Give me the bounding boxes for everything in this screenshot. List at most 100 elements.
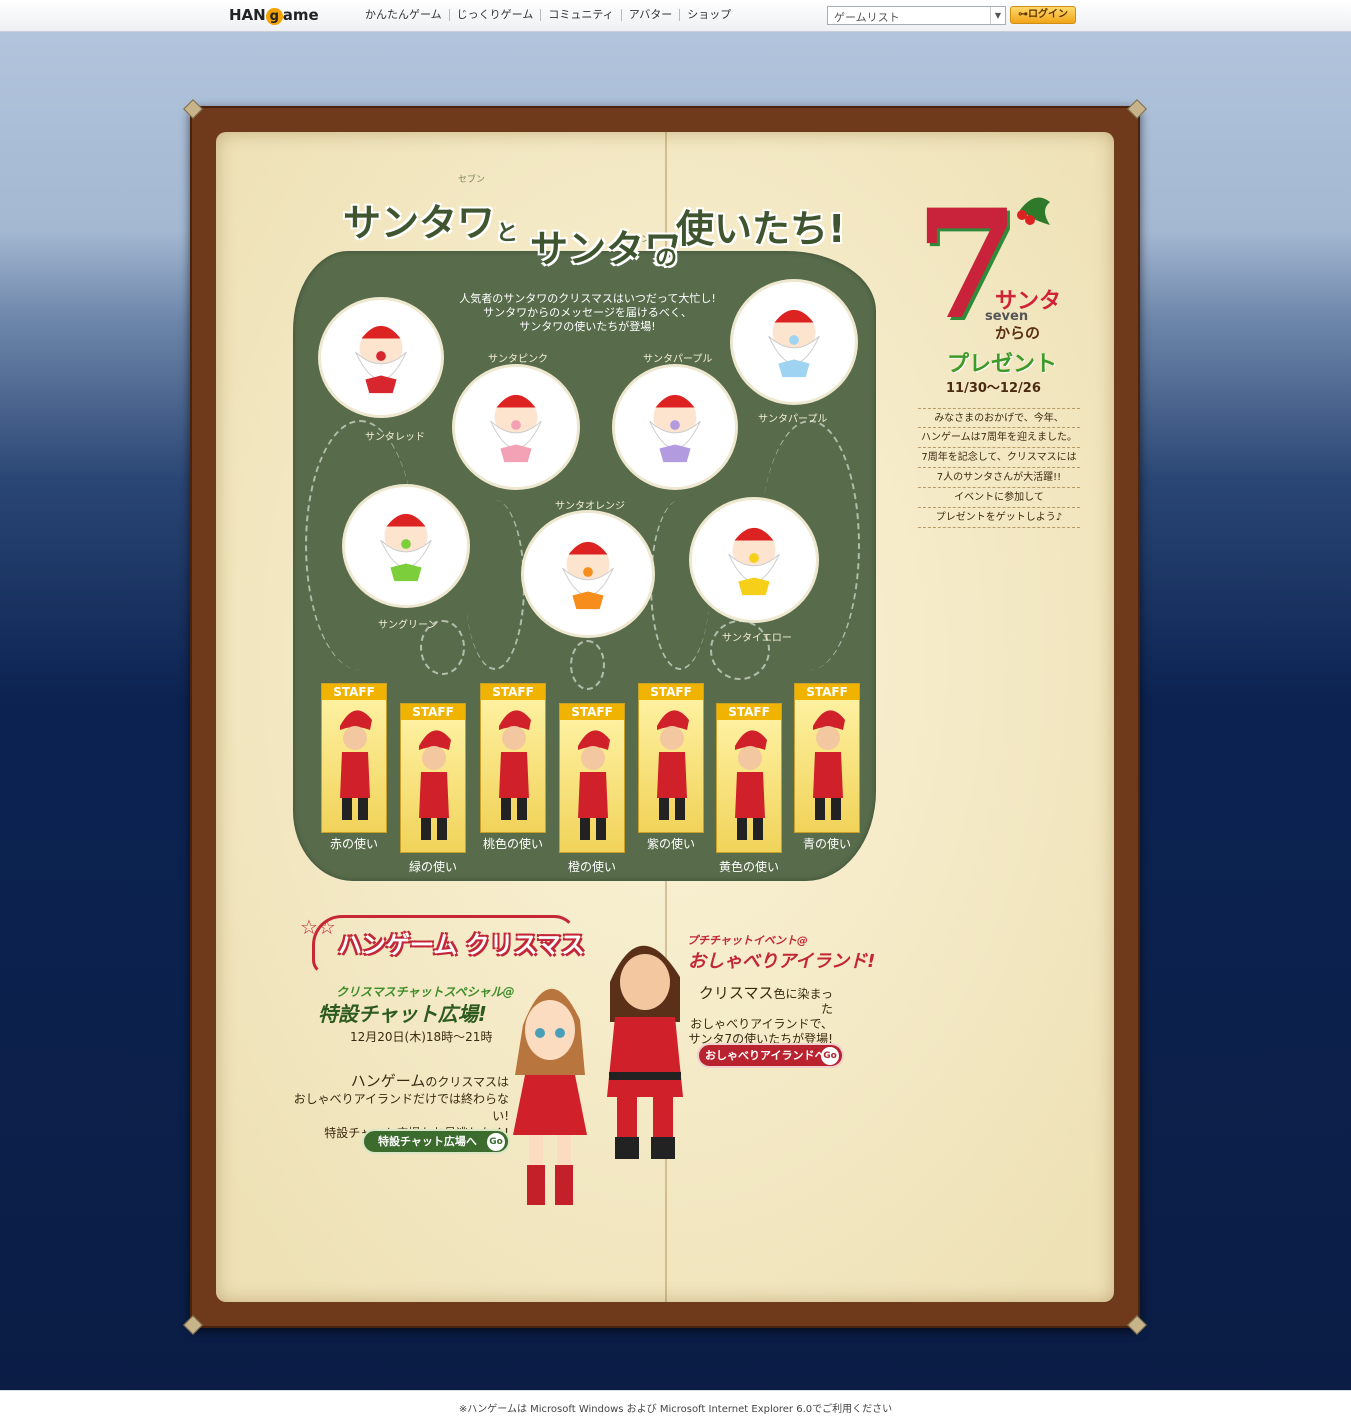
logo-text: ame [282, 6, 319, 24]
side-message: みなさまのおかげで、今年、 ハンゲームは7周年を迎えました。 7周年を記念して、… [918, 408, 1080, 528]
event-date: 11/30〜12/26 [946, 381, 1041, 396]
santa-nose [511, 420, 521, 430]
messenger-avatar [813, 710, 845, 820]
santa-name: サンタレッド [365, 432, 425, 443]
corner-ornament [1127, 99, 1147, 119]
special-chat-label: 特設チャット広場へ [378, 1135, 477, 1148]
chat-date: 12月20日(木)18時〜21時 [350, 1030, 493, 1044]
corner-ornament [183, 99, 203, 119]
nav-item-avatar[interactable]: アバター [620, 9, 680, 21]
messenger-avatar [499, 710, 531, 820]
island-text: 色に染まった [773, 987, 833, 1016]
nav-item-community[interactable]: コミュニティ [540, 9, 620, 21]
footer: ※ハンゲームは Microsoft Windows および Microsoft … [0, 1390, 1351, 1421]
girl-avatar [513, 988, 587, 1205]
messenger-label: 赤の使い [329, 837, 378, 851]
santa-nose [583, 567, 593, 577]
messenger-label: 緑の使い [408, 860, 457, 874]
message-line: ハンゲームは7周年を迎えました。 [918, 428, 1080, 448]
staff-card: STAFF [559, 703, 625, 853]
intro-line: 人気者のサンタワのクリスマスはいつだって大忙し! [459, 292, 716, 305]
santa-name: サンタオレンジ [555, 501, 625, 512]
go-icon: Go [821, 1047, 839, 1065]
go-icon: Go [487, 1133, 505, 1151]
messenger-label: 桃色の使い [482, 837, 543, 851]
message-line: プレゼントをゲットしよう♪ [918, 508, 1080, 528]
island-subtitle: プチチャットイベント@ [687, 934, 808, 947]
santa-bow [659, 444, 691, 463]
island-description: クリスマス色に染まった おしゃべりアイランドで、 サンタ7の使いたちが登場! [688, 986, 833, 1047]
santa-bow [365, 375, 397, 393]
messenger-label: 青の使い [802, 837, 851, 851]
messenger-avatar [578, 730, 610, 840]
santa-red-portrait [321, 300, 441, 415]
staff-card: STAFF [321, 683, 387, 833]
santa-name: サンタパープル [643, 354, 713, 365]
messenger-avatar [340, 710, 372, 820]
page-title-part: 使いたち! [676, 207, 846, 251]
staff-card: STAFF [480, 683, 546, 833]
page-title-part: と [496, 221, 519, 246]
main-nav: かんたんゲーム じっくりゲーム コミュニティ アバター ショップ [365, 9, 738, 21]
xmas-text-line: ハンゲームのクリスマスは [292, 1073, 509, 1091]
nav-item-easy-games[interactable]: かんたんゲーム [365, 9, 449, 21]
santa-nose [401, 539, 411, 549]
santa-pink-portrait [455, 367, 577, 487]
island-text-line: おしゃべりアイランドで、 [690, 1017, 833, 1031]
message-line: 7人のサンタさんが大活躍!! [918, 468, 1080, 488]
santa-name: サンタパープル [758, 414, 828, 425]
staff-card: STAFF [794, 683, 860, 833]
xmas-title: ハンゲーム クリスマス [338, 931, 585, 959]
santa-nose [670, 420, 680, 430]
key-icon: ⊶ [1018, 9, 1028, 20]
xmas-text-emph: ハンゲーム [350, 1072, 426, 1090]
logo-text: HAN [229, 6, 266, 24]
nav-item-deep-games[interactable]: じっくりゲーム [448, 9, 541, 21]
login-button[interactable]: ⊶ログイン [1010, 6, 1076, 24]
message-line: 7周年を記念して、クリスマスには [918, 448, 1080, 468]
santa-yellow-portrait [692, 500, 816, 620]
top-bar: HAN g ame かんたんゲーム じっくりゲーム コミュニティ アバター ショップ… [0, 0, 1351, 32]
island-text-emph: クリスマス [698, 984, 774, 1002]
side-kara-text: からの [995, 324, 1041, 342]
game-list-select[interactable]: ゲームリスト ▼ [827, 6, 1006, 25]
messenger-avatar [419, 730, 451, 840]
page-title-part: サンタワ [343, 201, 496, 245]
messenger-avatar [735, 730, 767, 840]
santa-orange-portrait [524, 513, 652, 635]
santa-bow [778, 359, 810, 378]
dashed-path [570, 640, 605, 690]
staff-card: STAFF [638, 683, 704, 833]
page-title-part: の [655, 246, 678, 271]
santa-nose [749, 553, 759, 563]
island-text-line: クリスマス色に染まった [688, 986, 833, 1017]
messenger-label: 黄色の使い [718, 860, 779, 874]
staff-card: STAFF [716, 703, 782, 853]
santa-bow [390, 563, 422, 582]
nav-item-shop[interactable]: ショップ [679, 9, 738, 21]
messenger-label: 紫の使い [646, 837, 695, 851]
santa-bow [500, 444, 532, 463]
special-chat-button[interactable]: 特設チャット広場へ Go [362, 1129, 510, 1154]
boy-avatar [607, 945, 683, 1159]
dashed-path [465, 500, 525, 670]
santa-purple-portrait [615, 367, 735, 487]
santa-name: サンタイエロー [722, 633, 792, 644]
side-present-text: プレゼント [947, 352, 1058, 377]
game-list-value: ゲームリスト [834, 11, 900, 24]
xmas-text: のクリスマスは [425, 1075, 509, 1089]
hangame-logo[interactable]: HAN g ame [229, 6, 319, 25]
chat-island-button[interactable]: おしゃべりアイランドへ Go [697, 1043, 844, 1068]
chevron-down-icon: ▼ [990, 7, 1005, 24]
xmas-text-line: おしゃべりアイランドだけでは終わらない! [293, 1092, 509, 1123]
intro-text: 人気者のサンタワのクリスマスはいつだって大忙し! サンタワからのメッセージを届け… [450, 292, 725, 334]
intro-line: サンタワからのメッセージを届けるべく、 [483, 306, 692, 319]
island-title: おしゃべりアイランド! [688, 951, 876, 972]
staff-card: STAFF [400, 703, 466, 853]
message-line: イベントに参加して [918, 488, 1080, 508]
messenger-label: 橙の使い [567, 860, 616, 874]
chat-island-label: おしゃべりアイランドへ [705, 1049, 826, 1062]
santa-blue-portrait [733, 282, 855, 402]
santa-bow [738, 577, 770, 596]
chat-title: 特設チャット広場! [318, 1002, 487, 1026]
